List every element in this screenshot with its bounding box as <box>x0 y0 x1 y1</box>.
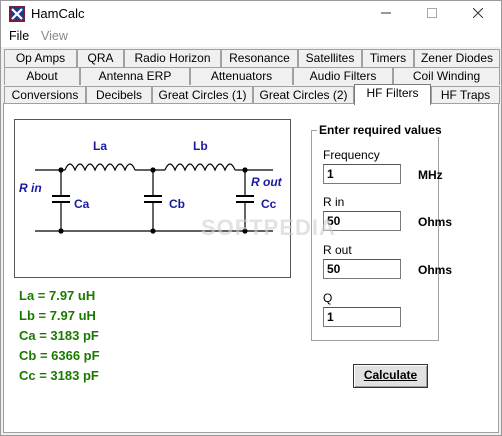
tab-radio-horizon[interactable]: Radio Horizon <box>124 49 221 67</box>
frequency-label: Frequency <box>323 148 380 162</box>
menu-bar: File View <box>1 27 501 47</box>
result-cc: Cc = 3183 pF <box>19 368 99 383</box>
menu-file[interactable]: File <box>9 29 29 43</box>
minimize-button[interactable] <box>363 1 409 27</box>
window-title: HamCalc <box>31 6 85 21</box>
rout-unit: Ohms <box>418 263 453 277</box>
maximize-button[interactable] <box>409 1 455 27</box>
tab-antenna-erp[interactable]: Antenna ERP <box>80 67 190 85</box>
rin-unit: Ohms <box>418 215 453 229</box>
calculate-button[interactable]: Calculate <box>353 364 428 388</box>
tab-great-circles-1[interactable]: Great Circles (1) <box>152 86 253 104</box>
frequency-unit: MHz <box>418 168 443 182</box>
input-group-title: Enter required values <box>317 123 444 137</box>
result-ca: Ca = 3183 pF <box>19 328 99 343</box>
tab-attenuators[interactable]: Attenuators <box>190 67 293 85</box>
rin-label: R in <box>323 195 345 209</box>
app-window: HamCalc File View Op Amps QRA Radio Hori… <box>0 0 502 436</box>
result-lb: Lb = 7.97 uH <box>19 308 96 323</box>
result-cb: Cb = 6366 pF <box>19 348 100 363</box>
close-button[interactable] <box>455 1 501 27</box>
label-rin: R in <box>19 181 42 195</box>
tab-audio-filters[interactable]: Audio Filters <box>293 67 393 85</box>
tab-satellites[interactable]: Satellites <box>298 49 362 67</box>
label-cb: Cb <box>169 197 185 211</box>
app-icon <box>9 6 25 22</box>
tab-conversions[interactable]: Conversions <box>4 86 86 104</box>
tab-zener-diodes[interactable]: Zener Diodes <box>414 49 500 67</box>
minimize-icon <box>381 12 391 14</box>
tab-about[interactable]: About <box>4 67 80 85</box>
maximize-icon <box>427 8 437 18</box>
calculate-button-label: Calculate <box>363 368 418 382</box>
title-bar: HamCalc <box>1 1 501 27</box>
tab-decibels[interactable]: Decibels <box>86 86 152 104</box>
tab-resonance[interactable]: Resonance <box>221 49 298 67</box>
label-la: La <box>93 139 107 153</box>
menu-view[interactable]: View <box>41 29 68 43</box>
pi-filter-schematic: La Lb Ca Cb Cc R in R out <box>19 139 283 234</box>
filter-circuit-diagram: La Lb Ca Cb Cc R in R out <box>14 119 291 278</box>
tab-coil-winding[interactable]: Coil Winding <box>393 67 500 85</box>
close-icon <box>472 7 484 19</box>
rout-input[interactable] <box>323 259 401 279</box>
tab-great-circles-2[interactable]: Great Circles (2) <box>253 86 354 104</box>
rout-label: R out <box>323 243 352 257</box>
watermark-logo: SOFTPEDIA <box>201 215 336 240</box>
label-lb: Lb <box>193 139 208 153</box>
tab-hf-traps[interactable]: HF Traps <box>431 86 500 104</box>
q-input[interactable] <box>323 307 401 327</box>
q-label: Q <box>323 291 333 305</box>
label-rout: R out <box>251 175 283 189</box>
tab-qra[interactable]: QRA <box>77 49 124 67</box>
tab-timers[interactable]: Timers <box>362 49 414 67</box>
label-ca: Ca <box>74 197 90 211</box>
result-la: La = 7.97 uH <box>19 288 96 303</box>
tab-op-amps[interactable]: Op Amps <box>4 49 77 67</box>
frequency-input[interactable] <box>323 164 401 184</box>
tab-hf-filters[interactable]: HF Filters <box>354 84 431 105</box>
label-cc: Cc <box>261 197 277 211</box>
